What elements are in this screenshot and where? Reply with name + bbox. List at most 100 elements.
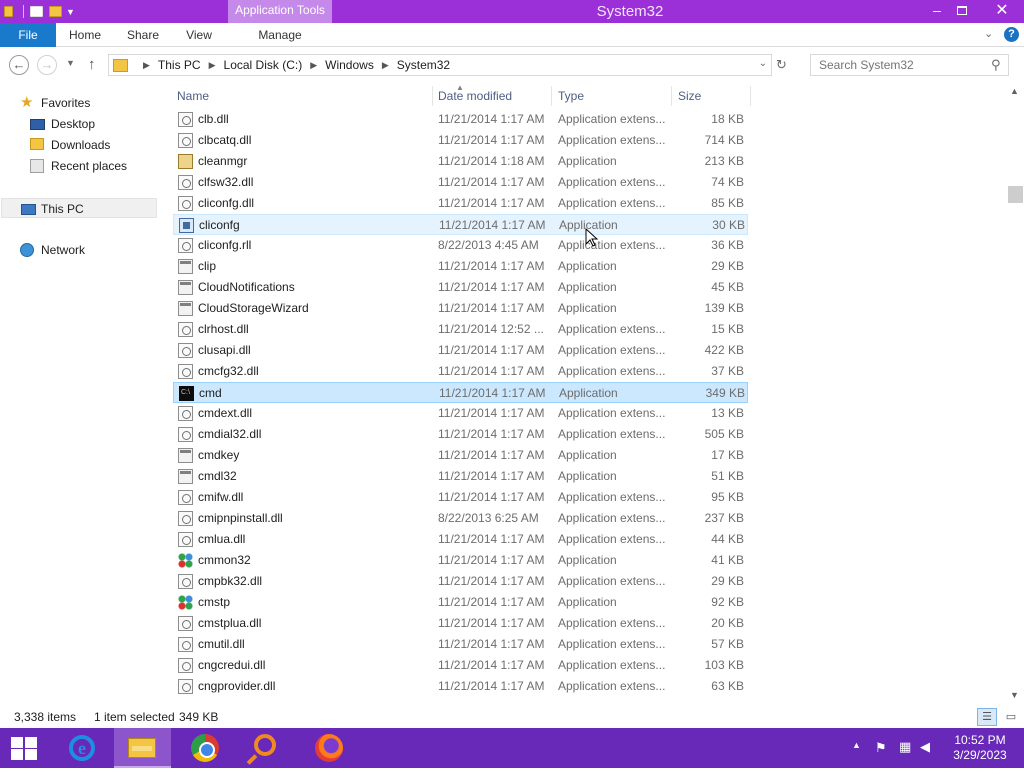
file-name: cmipnpinstall.dll: [198, 511, 283, 525]
tab-file[interactable]: File: [0, 23, 56, 47]
windows-logo-icon: [25, 749, 37, 760]
file-row[interactable]: cmifw.dll 11/21/2014 1:17 AM Application e…: [173, 487, 748, 508]
file-date-modified: 11/21/2014 1:17 AM: [438, 175, 545, 189]
file-row[interactable]: clbcatq.dll 11/21/2014 1:17 AM Application…: [173, 130, 748, 151]
vertical-scrollbar[interactable]: ▲ ▼: [1007, 84, 1024, 706]
status-bar: 3,338 items 1 item selected 349 KB ☰ ▭: [0, 706, 1024, 728]
tab-manage[interactable]: Manage: [228, 23, 332, 47]
file-row[interactable]: cmstplua.dll 11/21/2014 1:17 AM Applicatio…: [173, 613, 748, 634]
file-row[interactable]: cmmon32 11/21/2014 1:17 AM Application 41 K…: [173, 550, 748, 571]
restore-button[interactable]: [947, 0, 977, 22]
file-row[interactable]: clusapi.dll 11/21/2014 1:17 AM Application…: [173, 340, 748, 361]
tab-home[interactable]: Home: [56, 23, 114, 47]
new-folder-icon[interactable]: [49, 5, 62, 18]
file-size: 36 KB: [711, 238, 744, 252]
file-row[interactable]: cmpbk32.dll 11/21/2014 1:17 AM Application…: [173, 571, 748, 592]
chevron-right-icon[interactable]: ▶: [143, 60, 150, 71]
tab-view[interactable]: View: [172, 23, 226, 47]
file-size: 422 KB: [704, 343, 744, 357]
nav-this-pc-label: This PC: [41, 202, 84, 216]
firefox-button[interactable]: [302, 728, 354, 768]
recent-locations-chevron-icon[interactable]: ▼: [66, 58, 75, 68]
command-prompt-icon: [179, 386, 194, 401]
search-input[interactable]: [811, 55, 987, 75]
breadcrumb-this-pc[interactable]: This PC: [158, 58, 201, 72]
properties-icon[interactable]: [30, 5, 43, 18]
customize-toolbar-chevron-icon[interactable]: ▼: [66, 7, 75, 17]
file-row[interactable]: clip 11/21/2014 1:17 AM Application 29 KB: [173, 256, 748, 277]
up-button[interactable]: ↑: [88, 56, 96, 73]
address-bar[interactable]: ▶ This PC ▶ Local Disk (C:) ▶ Windows ▶ …: [108, 54, 772, 76]
file-name: cmcfg32.dll: [198, 364, 259, 378]
file-name: CloudStorageWizard: [198, 301, 309, 315]
file-row[interactable]: cmd 11/21/2014 1:17 AM Application 349 KB: [173, 382, 748, 403]
action-center-flag-icon[interactable]: ⚑: [875, 740, 887, 780]
breadcrumb-windows[interactable]: Windows: [325, 58, 374, 72]
search-icon[interactable]: ⚲: [991, 57, 1001, 73]
back-button[interactable]: ←: [9, 55, 29, 75]
file-row[interactable]: CloudStorageWizard 11/21/2014 1:17 AM Appl…: [173, 298, 748, 319]
file-row[interactable]: cmcfg32.dll 11/21/2014 1:17 AM Application…: [173, 361, 748, 382]
chevron-right-icon[interactable]: ▶: [209, 60, 216, 71]
file-row[interactable]: clfsw32.dll 11/21/2014 1:17 AM Application…: [173, 172, 748, 193]
close-button[interactable]: ✕: [987, 0, 1017, 22]
file-type: Application extens...: [558, 616, 666, 630]
tab-share[interactable]: Share: [114, 23, 172, 47]
file-row[interactable]: clb.dll 11/21/2014 1:17 AM Application ext…: [173, 109, 748, 130]
scroll-up-icon[interactable]: ▲: [1010, 86, 1019, 96]
file-row[interactable]: cmutil.dll 11/21/2014 1:17 AM Application …: [173, 634, 748, 655]
file-row[interactable]: cliconfg.rll 8/22/2013 4:45 AM Application…: [173, 235, 748, 256]
file-row[interactable]: cliconfg.dll 11/21/2014 1:17 AM Applicatio…: [173, 193, 748, 214]
chevron-right-icon[interactable]: ▶: [382, 60, 389, 71]
start-button[interactable]: [11, 737, 37, 760]
file-row[interactable]: cmipnpinstall.dll 8/22/2013 6:25 AM Applic…: [173, 508, 748, 529]
file-row[interactable]: cmdkey 11/21/2014 1:17 AM Application 17 KB: [173, 445, 748, 466]
nav-this-pc[interactable]: This PC: [1, 198, 157, 218]
folder-icon[interactable]: [4, 5, 17, 18]
network-tray-icon[interactable]: ▦: [899, 739, 911, 779]
breadcrumb-system32[interactable]: System32: [397, 58, 450, 72]
file-date-modified: 11/21/2014 1:17 AM: [438, 196, 545, 210]
file-row[interactable]: cleanmgr 11/21/2014 1:18 AM Application 213…: [173, 151, 748, 172]
column-size[interactable]: Size: [672, 86, 751, 106]
file-row[interactable]: cngcredui.dll 11/21/2014 1:17 AM Applicati…: [173, 655, 748, 676]
file-row[interactable]: cngprovider.dll 11/21/2014 1:17 AM Applica…: [173, 676, 748, 697]
file-row[interactable]: clrhost.dll 11/21/2014 12:52 ... Applicati…: [173, 319, 748, 340]
breadcrumb-local-disk[interactable]: Local Disk (C:): [224, 58, 303, 72]
file-row[interactable]: cliconfg 11/21/2014 1:17 AM Application 30 …: [173, 214, 748, 235]
search-box[interactable]: ⚲: [810, 54, 1009, 76]
file-explorer-button[interactable]: [114, 728, 171, 768]
application-icon: [178, 154, 193, 169]
item-count: 3,338 items: [14, 710, 77, 724]
file-size: 95 KB: [711, 490, 744, 504]
file-row[interactable]: cmlua.dll 11/21/2014 1:17 AM Application e…: [173, 529, 748, 550]
file-row[interactable]: cmdext.dll 11/21/2014 1:17 AM Application …: [173, 403, 748, 424]
file-row[interactable]: cmdl32 11/21/2014 1:17 AM Application 51 KB: [173, 466, 748, 487]
forward-button[interactable]: →: [37, 55, 57, 75]
scrollbar-thumb[interactable]: [1008, 186, 1023, 203]
chrome-button[interactable]: [178, 728, 230, 768]
help-icon[interactable]: ?: [1004, 27, 1019, 42]
file-row[interactable]: CloudNotifications 11/21/2014 1:17 AM Appl…: [173, 277, 748, 298]
ribbon-tabs: File Home Share View Manage ⌄ ?: [0, 23, 1024, 47]
file-row[interactable]: cmdial32.dll 11/21/2014 1:17 AM Applicatio…: [173, 424, 748, 445]
expand-ribbon-chevron-icon[interactable]: ⌄: [984, 27, 993, 40]
chevron-right-icon[interactable]: ▶: [310, 60, 317, 71]
column-name[interactable]: Name: [171, 86, 433, 106]
volume-icon[interactable]: ◀: [920, 739, 930, 779]
file-name: cmd: [199, 386, 222, 400]
column-type[interactable]: Type: [552, 86, 672, 106]
magnifier-icon: [254, 734, 276, 756]
file-row[interactable]: cmstp 11/21/2014 1:17 AM Application 92 KB: [173, 592, 748, 613]
search-app-button[interactable]: [240, 728, 292, 768]
details-view-button[interactable]: ☰: [977, 708, 997, 726]
internet-explorer-button[interactable]: e: [55, 728, 107, 768]
address-history-chevron-icon[interactable]: ⌄: [759, 58, 767, 69]
clock[interactable]: 10:52 PM 3/29/2023: [944, 733, 1016, 763]
large-icons-view-button[interactable]: ▭: [1001, 708, 1021, 726]
scroll-down-icon[interactable]: ▼: [1010, 690, 1019, 700]
show-hidden-icons-chevron-icon[interactable]: ▲: [852, 740, 861, 780]
file-type: Application extens...: [558, 637, 666, 651]
refresh-icon[interactable]: ↻: [776, 57, 787, 73]
column-date-modified[interactable]: Date modified: [432, 86, 552, 106]
